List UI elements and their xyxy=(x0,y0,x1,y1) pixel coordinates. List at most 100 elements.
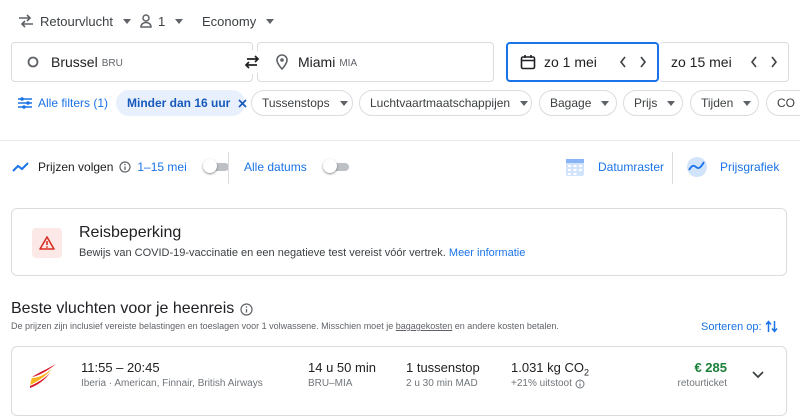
chip-co2[interactable]: CO xyxy=(766,90,800,116)
price-note: De prijzen zijn inclusief vereiste belas… xyxy=(11,321,559,331)
section-divider xyxy=(0,140,800,141)
next-return-date-button[interactable] xyxy=(764,52,784,72)
track-prices-toggle[interactable] xyxy=(202,159,229,174)
alert-body: Bewijs van COVID-19-vaccinatie en een ne… xyxy=(79,247,446,259)
price-graph-button[interactable]: Prijsgrafiek xyxy=(686,156,779,178)
chip-times[interactable]: Tijden xyxy=(690,90,759,116)
trip-type-label: Retourvlucht xyxy=(40,13,113,29)
price-tracking: Prijzen volgen 1–15 mei xyxy=(12,159,229,174)
chevron-down-icon xyxy=(752,371,764,379)
date-grid-button[interactable]: Datumraster xyxy=(564,156,664,178)
swap-arrows-icon xyxy=(18,14,34,28)
chevron-down-icon xyxy=(667,100,676,106)
chip-duration-label: Minder dan 16 uur xyxy=(127,96,231,110)
chip-airlines-label: Luchtvaartmaatschappijen xyxy=(370,96,511,110)
co2-delta: +21% uitstoot xyxy=(511,378,572,389)
swap-places-button[interactable] xyxy=(240,50,264,74)
flight-times: 11:55 – 20:45 xyxy=(81,360,160,375)
price-note-text: De prijzen zijn inclusief vereiste belas… xyxy=(11,321,396,331)
circle-origin-icon xyxy=(27,56,39,68)
flight-stop-detail: 2 u 30 min MAD xyxy=(406,378,478,389)
ticket-type: retourticket xyxy=(677,378,727,389)
next-date-button[interactable] xyxy=(633,52,653,72)
price-note-text-end: en andere kosten betalen. xyxy=(452,321,559,331)
tune-icon xyxy=(18,97,32,109)
flight-emissions-detail: +21% uitstoot xyxy=(511,378,585,389)
origin-city: Brussel xyxy=(51,54,98,70)
flight-airlines: Iberia · American, Finnair, British Airw… xyxy=(81,378,263,389)
chip-baggage-label: Bagage xyxy=(550,96,592,110)
destination-code: MIA xyxy=(339,57,358,69)
chip-duration-active[interactable]: Minder dan 16 uur xyxy=(116,90,247,116)
results-title: Beste vluchten voor je heenreis xyxy=(11,300,235,317)
swap-icon xyxy=(244,55,260,69)
passenger-count: 1 xyxy=(158,13,166,29)
results-header: Beste vluchten voor je heenreis xyxy=(11,300,253,318)
chevron-down-icon xyxy=(339,100,348,106)
depart-date-value: zo 1 mei xyxy=(544,54,597,70)
depart-date-field[interactable]: zo 1 mei xyxy=(506,42,659,82)
prev-date-button[interactable] xyxy=(613,52,633,72)
track-range: 1–15 mei xyxy=(137,160,187,174)
all-filters-button[interactable]: Alle filters (1) xyxy=(18,96,108,110)
info-icon[interactable] xyxy=(240,302,253,316)
sort-button[interactable]: Sorteren op: xyxy=(701,320,778,333)
flight-stops: 1 tussenstop xyxy=(406,360,480,375)
more-info-link[interactable]: Meer informatie xyxy=(449,247,525,259)
sort-icon xyxy=(764,320,778,333)
co2-subscript: 2 xyxy=(584,367,590,378)
chevron-down-icon xyxy=(175,18,184,24)
person-icon xyxy=(140,14,152,28)
close-icon[interactable] xyxy=(238,98,247,108)
origin-code: BRU xyxy=(101,57,123,69)
alert-title: Reisbeperking xyxy=(79,224,182,241)
sort-label: Sorteren op: xyxy=(701,320,762,333)
trip-type-dropdown[interactable]: Retourvlucht xyxy=(18,12,131,30)
flight-route: BRU–MIA xyxy=(308,378,353,389)
chip-price-label: Prijs xyxy=(634,96,658,110)
calendar-icon xyxy=(520,54,536,70)
vertical-divider xyxy=(228,152,229,184)
price-graph-label: Prijsgrafiek xyxy=(720,160,780,174)
passengers-dropdown[interactable]: 1 xyxy=(140,12,184,30)
baggage-fees-link[interactable]: bagagekosten xyxy=(396,321,453,331)
flight-emissions: 1.031 kg CO2 xyxy=(511,360,589,378)
all-dates-toggle[interactable] xyxy=(322,159,349,174)
chip-airlines[interactable]: Luchtvaartmaatschappijen xyxy=(359,90,532,116)
trend-icon xyxy=(12,161,30,173)
destination-field[interactable]: Miami MIA xyxy=(257,42,494,82)
info-icon[interactable] xyxy=(575,379,585,389)
chip-baggage[interactable]: Bagage xyxy=(539,90,617,116)
co2-value: 1.031 kg CO xyxy=(511,360,584,375)
flight-price: € 285 xyxy=(694,360,727,375)
return-date-field[interactable]: zo 15 mei xyxy=(659,42,789,82)
info-icon[interactable] xyxy=(119,161,131,173)
price-graph-icon xyxy=(686,156,708,178)
origin-field[interactable]: Brussel BRU xyxy=(11,42,253,82)
chip-price[interactable]: Prijs xyxy=(623,90,683,116)
all-dates-tracking: Alle datums xyxy=(244,159,349,174)
expand-button[interactable] xyxy=(749,366,767,384)
chevron-down-icon xyxy=(266,18,275,24)
all-dates-label: Alle datums xyxy=(244,160,307,174)
travel-restriction-alert: Reisbeperking Bewijs van COVID-19-vaccin… xyxy=(11,208,787,276)
airline-logo-icon xyxy=(29,363,57,389)
date-grid-label: Datumraster xyxy=(598,160,665,174)
return-date-value: zo 15 mei xyxy=(671,54,732,70)
chevron-down-icon xyxy=(743,100,752,106)
destination-city: Miami xyxy=(298,54,336,70)
all-filters-label: Alle filters (1) xyxy=(38,96,109,110)
track-prices-label: Prijzen volgen xyxy=(38,160,114,174)
chevron-down-icon xyxy=(520,100,529,106)
prev-return-date-button[interactable] xyxy=(744,52,764,72)
vertical-divider xyxy=(672,152,673,184)
cabin-class-dropdown[interactable]: Economy xyxy=(202,12,275,30)
alert-body-line: Bewijs van COVID-19-vaccinatie en een ne… xyxy=(79,247,525,259)
flight-duration: 14 u 50 min xyxy=(308,360,376,375)
location-pin-icon xyxy=(276,54,288,70)
chip-stops-label: Tussenstops xyxy=(262,96,330,110)
cabin-class-label: Economy xyxy=(202,13,257,29)
chip-stops[interactable]: Tussenstops xyxy=(251,90,353,116)
chevron-down-icon xyxy=(601,100,610,106)
chip-times-label: Tijden xyxy=(701,96,734,110)
